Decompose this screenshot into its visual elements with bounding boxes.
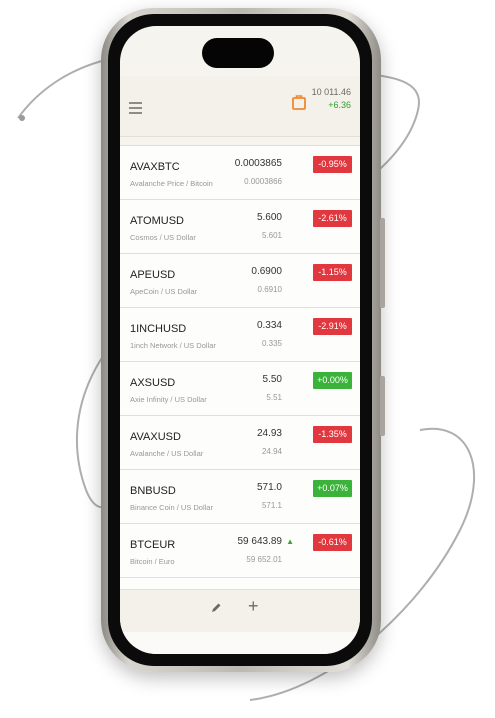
add-button[interactable]: + <box>248 596 259 617</box>
phone-frame: 10 011.46 +6.36 AVAXBTC Avalanche Price /… <box>101 8 385 672</box>
instrument-price: 24.93 <box>256 428 282 439</box>
instrument-symbol: BTCEUR <box>130 539 176 551</box>
instrument-price: 59 643.89 <box>237 536 283 547</box>
instrument-previous-price: 5.51 <box>266 393 282 402</box>
bottom-toolbar: + <box>120 589 360 633</box>
account-change: +6.36 <box>328 100 351 110</box>
instrument-symbol: APEUSD <box>130 269 176 281</box>
power-button <box>380 218 385 308</box>
instrument-symbol: AVAXBTC <box>130 161 180 173</box>
instrument-row[interactable]: AVAXBTC Avalanche Price / Bitcoin 0.000386… <box>120 145 360 200</box>
change-badge: -2.61% <box>313 210 352 227</box>
instrument-previous-price: 5.601 <box>261 231 282 240</box>
instrument-row[interactable]: 1INCHUSD 1inch Network / US Dollar 0.334 0.… <box>120 308 360 362</box>
instrument-previous-price: 0.335 <box>261 339 282 348</box>
instrument-symbol: AXSUSD <box>130 377 176 389</box>
change-badge: -1.35% <box>313 426 352 443</box>
instrument-previous-price: 59 652.01 <box>246 555 282 564</box>
instrument-row[interactable]: BTCEUR Bitcoin / Euro 59 643.89 59 652.01 ▲ -… <box>120 524 360 578</box>
instrument-row[interactable]: APEUSD ApeCoin / US Dollar 0.6900 0.6910 -1.… <box>120 254 360 308</box>
change-badge: -1.15% <box>313 264 352 281</box>
pencil-icon[interactable] <box>210 602 222 614</box>
instrument-description: ApeCoin / US Dollar <box>130 287 198 296</box>
instrument-row[interactable]: BNBUSD Binance Coin / US Dollar 571.0 571.1… <box>120 470 360 524</box>
instrument-description: Axie Infinity / US Dollar <box>130 395 207 404</box>
instrument-symbol: BNBUSD <box>130 485 176 497</box>
dynamic-island <box>202 38 274 68</box>
instrument-description: Avalanche / US Dollar <box>130 449 204 458</box>
account-balance: 10 011.46 <box>311 87 351 97</box>
change-badge: -2.91% <box>313 318 352 335</box>
instrument-symbol: 1INCHUSD <box>130 323 187 335</box>
instrument-previous-price: 0.0003866 <box>244 177 282 186</box>
instrument-row[interactable]: ATOMUSD Cosmos / US Dollar 5.600 5.601 -2.61… <box>120 200 360 254</box>
instrument-price: 5.50 <box>262 374 282 385</box>
screen-footer-area <box>120 632 360 654</box>
volume-button <box>380 376 385 436</box>
instrument-price: 5.600 <box>256 212 282 223</box>
instrument-price: 571.0 <box>256 482 282 493</box>
instrument-previous-price: 571.1 <box>261 501 282 510</box>
instrument-description: 1inch Network / US Dollar <box>130 341 216 350</box>
change-badge: +0.00% <box>313 372 352 389</box>
instrument-previous-price: 24.94 <box>261 447 282 456</box>
instrument-symbol: AVAXUSD <box>130 431 181 443</box>
instrument-price: 0.6900 <box>251 266 282 277</box>
instrument-description: Binance Coin / US Dollar <box>130 503 213 512</box>
phone-screen: 10 011.46 +6.36 AVAXBTC Avalanche Price /… <box>120 26 360 654</box>
instrument-list: AVAXBTC Avalanche Price / Bitcoin 0.000386… <box>120 145 360 592</box>
hamburger-menu-icon[interactable] <box>129 102 142 117</box>
change-badge: -0.61% <box>313 534 352 551</box>
phone-bezel: 10 011.46 +6.36 AVAXBTC Avalanche Price /… <box>108 14 372 666</box>
change-badge: -0.95% <box>313 156 352 173</box>
instrument-description: Cosmos / US Dollar <box>130 233 196 242</box>
price-up-arrow-icon: ▲ <box>286 537 294 546</box>
change-badge: +0.07% <box>313 480 352 497</box>
instrument-description: Avalanche Price / Bitcoin <box>130 179 213 188</box>
instrument-price: 0.0003865 <box>234 158 282 169</box>
instrument-description: Bitcoin / Euro <box>130 557 175 566</box>
briefcase-icon[interactable] <box>292 94 306 110</box>
app-header: 10 011.46 +6.36 <box>120 76 360 137</box>
instrument-row[interactable]: AVAXUSD Avalanche / US Dollar 24.93 24.94 -1… <box>120 416 360 470</box>
instrument-price: 0.334 <box>256 320 282 331</box>
instrument-row[interactable]: AXSUSD Axie Infinity / US Dollar 5.50 5.51 +… <box>120 362 360 416</box>
instrument-previous-price: 0.6910 <box>257 285 282 294</box>
instrument-symbol: ATOMUSD <box>130 215 184 227</box>
